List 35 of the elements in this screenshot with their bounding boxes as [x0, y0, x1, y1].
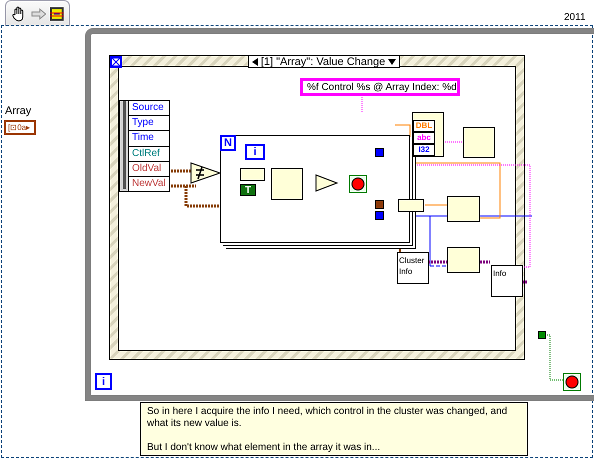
- array-control[interactable]: [⊡0a▸: [4, 120, 36, 135]
- index-array-node: [447, 247, 480, 273]
- event-data-field: NewVal: [129, 176, 169, 192]
- vi-icon[interactable]: [50, 6, 64, 20]
- event-data-field: Source: [129, 101, 169, 116]
- boolean-constant: T: [240, 184, 256, 196]
- info-node: Info: [491, 265, 523, 297]
- stop-icon: [563, 373, 581, 391]
- loop-count-terminal: N: [220, 135, 236, 151]
- type-tag: abc: [413, 132, 435, 144]
- greater-than-zero-icon: [315, 174, 339, 192]
- iteration-terminal: i: [245, 144, 265, 160]
- event-data-field: Type: [129, 116, 169, 132]
- control-label: Array: [5, 105, 32, 117]
- tunnel-icon: [375, 148, 384, 157]
- decrement-icon[interactable]: [252, 58, 258, 66]
- type-tag: DBL: [413, 120, 435, 132]
- search-array-node: [271, 168, 303, 200]
- grip-icon: [122, 101, 126, 189]
- version-label: 2011: [564, 12, 586, 23]
- tunnel-icon: [538, 331, 546, 339]
- index-array-node: [447, 196, 480, 222]
- type-tag: I32: [413, 144, 435, 156]
- cluster-info-node: Cluster Info: [397, 252, 429, 284]
- format-string-constant: %f Control %s @ Array Index: %d: [300, 78, 460, 96]
- event-data-field: CtlRef: [129, 146, 169, 162]
- stop-icon: [349, 175, 367, 193]
- event-data-field: Time: [129, 131, 169, 147]
- event-data-field: OldVal: [129, 162, 169, 177]
- dialog-node: [463, 127, 495, 158]
- comment-text: So in here I acquire the info I need, which control in the cluster was changed, and what its new value is.: [147, 406, 508, 430]
- event-case-selector[interactable]: [1] "Array": Value Change: [248, 55, 400, 68]
- iteration-terminal: i: [95, 373, 112, 390]
- comment-text: But I don't know what element in the array it was in...: [147, 442, 382, 454]
- array-size-node: [240, 168, 265, 181]
